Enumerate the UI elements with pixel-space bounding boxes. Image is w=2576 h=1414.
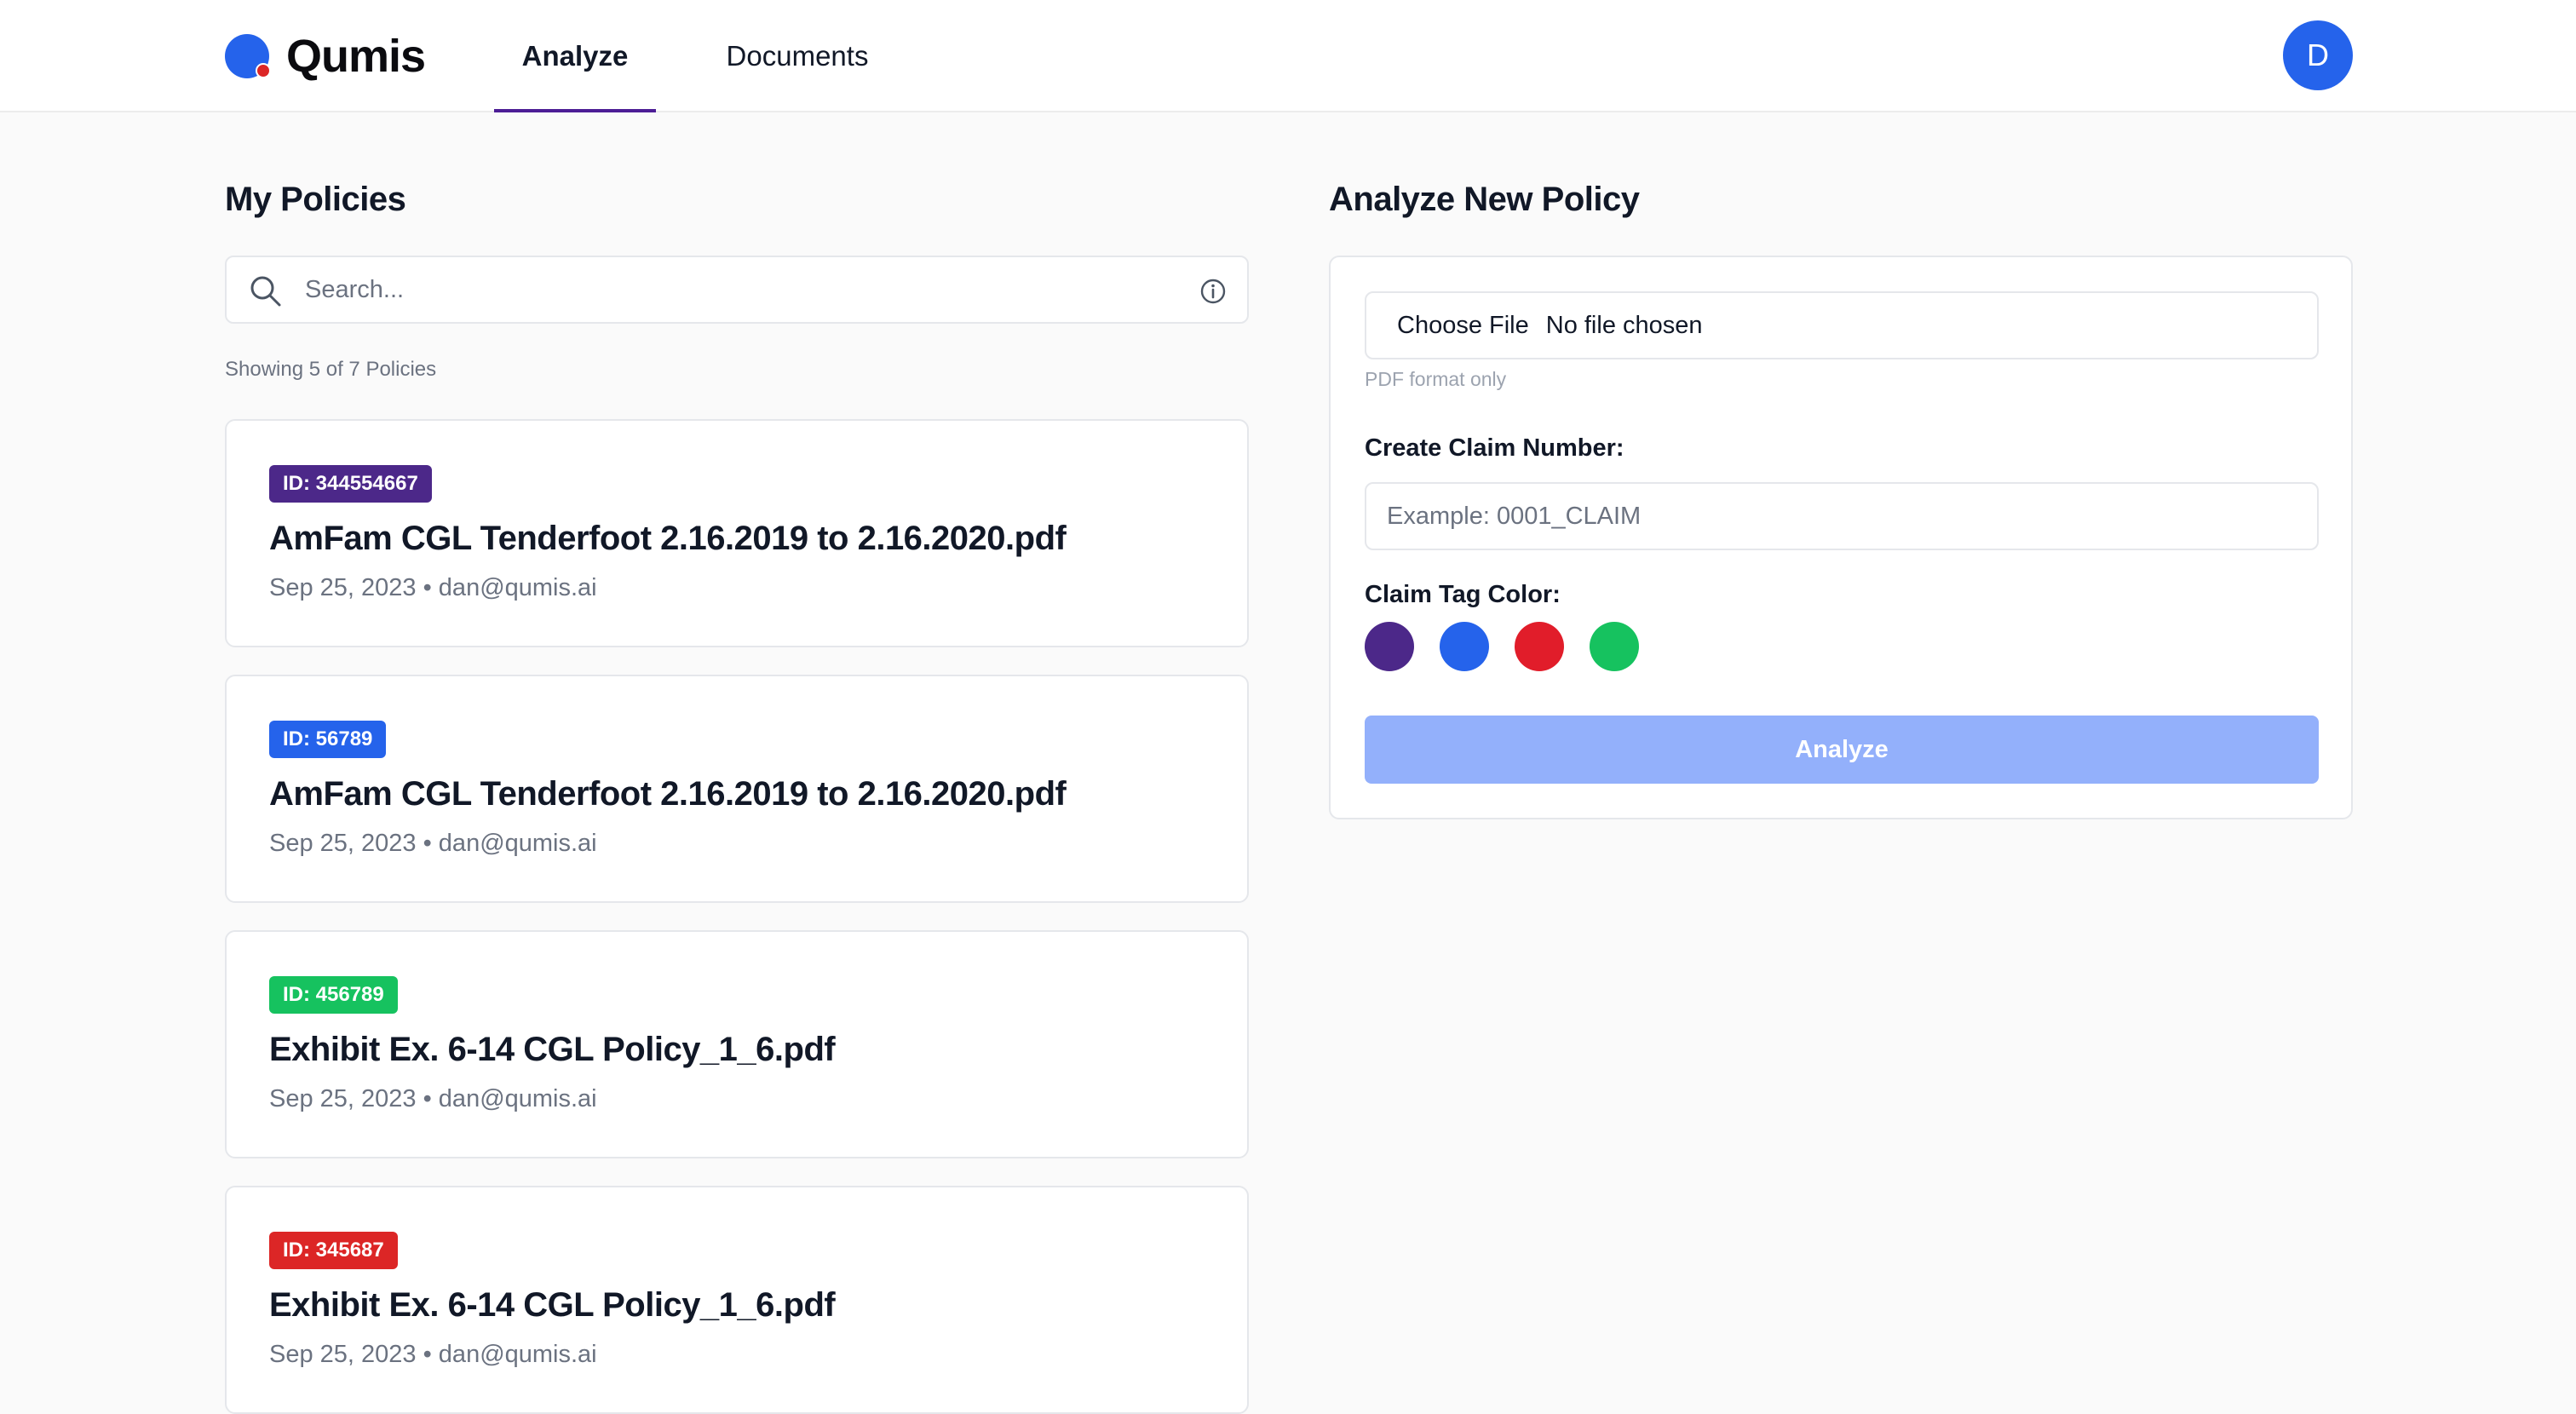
claim-tag-color-label: Claim Tag Color: (1365, 581, 1561, 608)
top-navbar: Qumis Analyze Documents D (0, 0, 2576, 112)
policy-meta: Sep 25, 2023 • dan@qumis.ai (269, 830, 597, 857)
policy-id-badge: ID: 345687 (269, 1232, 398, 1269)
info-icon[interactable] (1199, 278, 1227, 305)
policy-name: AmFam CGL Tenderfoot 2.16.2019 to 2.16.2… (269, 520, 1067, 557)
policy-card[interactable]: ID: 344554667 AmFam CGL Tenderfoot 2.16.… (225, 419, 1249, 647)
search-input[interactable] (303, 266, 1155, 313)
policy-card[interactable]: ID: 56789 AmFam CGL Tenderfoot 2.16.2019… (225, 675, 1249, 903)
color-swatch-purple[interactable] (1365, 622, 1414, 671)
policy-meta: Sep 25, 2023 • dan@qumis.ai (269, 574, 597, 601)
color-swatch-green[interactable] (1590, 622, 1639, 671)
search-icon (250, 276, 281, 307)
brand-name: Qumis (286, 31, 426, 82)
policy-name: AmFam CGL Tenderfoot 2.16.2019 to 2.16.2… (269, 775, 1067, 813)
policy-id-badge: ID: 56789 (269, 721, 387, 758)
policy-meta: Sep 25, 2023 • dan@qumis.ai (269, 1341, 597, 1368)
file-upload-input[interactable]: Choose File No file chosen (1365, 291, 2319, 359)
my-policies-title: My Policies (225, 181, 406, 218)
choose-file-button[interactable]: Choose File (1397, 312, 1529, 340)
format-hint: PDF format only (1365, 368, 1507, 390)
policy-card[interactable]: ID: 345687 Exhibit Ex. 6-14 CGL Policy_1… (225, 1186, 1249, 1414)
analyze-new-policy-title: Analyze New Policy (1329, 181, 1640, 218)
policy-id-badge: ID: 344554667 (269, 465, 432, 503)
policy-name: Exhibit Ex. 6-14 CGL Policy_1_6.pdf (269, 1031, 836, 1068)
policy-name: Exhibit Ex. 6-14 CGL Policy_1_6.pdf (269, 1286, 836, 1324)
user-avatar[interactable]: D (2283, 20, 2353, 90)
color-swatch-red[interactable] (1515, 622, 1564, 671)
analyze-form: Choose File No file chosen PDF format on… (1329, 256, 2353, 819)
color-swatch-blue[interactable] (1440, 622, 1489, 671)
claim-number-input[interactable] (1365, 482, 2319, 550)
showing-count: Showing 5 of 7 Policies (225, 358, 437, 381)
file-status-text: No file chosen (1545, 311, 1703, 339)
avatar-initial: D (2307, 37, 2329, 72)
tab-analyze[interactable]: Analyze (494, 0, 656, 112)
policy-meta: Sep 25, 2023 • dan@qumis.ai (269, 1085, 597, 1112)
tab-documents[interactable]: Documents (707, 0, 888, 112)
brand-logo[interactable]: Qumis (225, 29, 426, 83)
qumis-logo-icon (225, 32, 273, 80)
claim-number-label: Create Claim Number: (1365, 434, 1624, 462)
policy-card[interactable]: ID: 456789 Exhibit Ex. 6-14 CGL Policy_1… (225, 930, 1249, 1158)
policy-id-badge: ID: 456789 (269, 976, 398, 1014)
tab-analyze-label: Analyze (521, 40, 629, 72)
analyze-button[interactable]: Analyze (1365, 716, 2319, 784)
tab-documents-label: Documents (726, 40, 869, 72)
search-box (225, 256, 1249, 324)
